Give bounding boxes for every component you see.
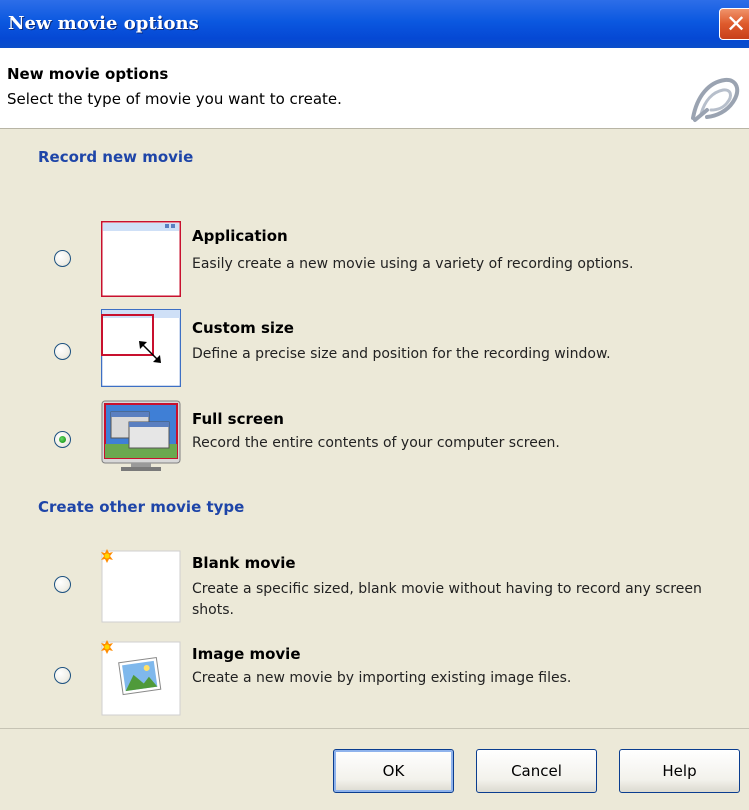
title-bar[interactable]: New movie options ✕ <box>0 0 749 48</box>
custom-size-description: Define a precise size and position for t… <box>192 346 611 362</box>
blank-movie-label: Blank movie <box>192 554 296 572</box>
application-label: Application <box>192 227 288 245</box>
blank-movie-description: Create a specific sized, blank movie wit… <box>192 581 702 618</box>
header-band: New movie options Select the type of mov… <box>0 48 749 129</box>
image-movie-description: Create a new movie by importing existing… <box>192 670 572 686</box>
ok-button[interactable]: OK <box>333 749 454 793</box>
blank-movie-radio[interactable] <box>54 576 71 593</box>
application-radio[interactable] <box>54 250 71 267</box>
image-movie-icon <box>101 640 181 716</box>
full-screen-label: Full screen <box>192 410 284 428</box>
cancel-button[interactable]: Cancel <box>476 749 597 793</box>
new-movie-options-dialog: New movie options ✕ New movie options Se… <box>0 0 749 810</box>
application-window-icon <box>101 221 181 297</box>
section-record-title: Record new movie <box>38 148 194 166</box>
blank-movie-icon <box>101 549 181 623</box>
full-screen-icon <box>101 400 181 471</box>
close-button[interactable]: ✕ <box>719 8 749 40</box>
help-button[interactable]: Help <box>619 749 740 793</box>
captivate-logo-icon <box>691 77 740 122</box>
full-screen-description: Record the entire contents of your compu… <box>192 435 560 451</box>
custom-size-radio[interactable] <box>54 343 71 360</box>
image-movie-label: Image movie <box>192 645 301 663</box>
window-title: New movie options <box>8 13 199 34</box>
image-movie-radio[interactable] <box>54 667 71 684</box>
full-screen-radio[interactable] <box>54 431 71 448</box>
custom-size-icon <box>101 309 181 387</box>
header-title: New movie options <box>7 65 169 83</box>
application-description: Easily create a new movie using a variet… <box>192 256 634 272</box>
close-icon: ✕ <box>726 10 747 38</box>
custom-size-label: Custom size <box>192 319 294 337</box>
footer-divider <box>0 728 749 729</box>
section-other-title: Create other movie type <box>38 498 245 516</box>
header-subtitle: Select the type of movie you want to cre… <box>7 90 342 108</box>
